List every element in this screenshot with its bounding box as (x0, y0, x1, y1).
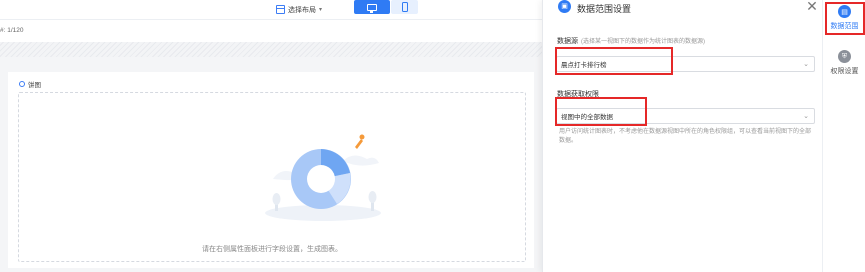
data-range-panel: ▣ 数据范围设置 ✕ 数据源 (选择某一视图下的数据作为统计图表的数据源) 晨点打… (542, 0, 822, 272)
top-toolbar: 选择布局 ▾ (0, 0, 542, 20)
chart-placeholder-area: 请在右侧属性面板进行字段设置，生成图表。 (18, 92, 526, 262)
mobile-view-button[interactable] (391, 0, 418, 14)
highlight-box (555, 97, 647, 126)
highlight-box (555, 47, 673, 75)
shield-icon: ⛨ (838, 50, 851, 63)
pie-chart-icon (19, 81, 25, 87)
highlight-box (825, 2, 865, 35)
chart-title-text: 饼图 (28, 82, 41, 89)
rail-item-label: 权限设置 (830, 68, 859, 75)
layout-select-label: 选择布局 (288, 6, 316, 14)
chevron-down-icon: ⌄ (803, 113, 809, 120)
chart-card[interactable]: 饼图 请在右侧属性面板进行字段设置，生成图表。 (8, 72, 534, 268)
panel-title: 数据范围设置 (577, 4, 632, 14)
empty-chart-message: 请在右侧属性面板进行字段设置，生成图表。 (202, 246, 342, 253)
empty-chart-illustration (265, 134, 381, 221)
chevron-down-icon: ⌄ (803, 61, 809, 68)
data-source-label-text: 数据源 (557, 38, 578, 45)
permission-help-text: 用户访问统计图表时，不考虑他在数据源视图中所在的角色权限组，可以查看当前视图下的… (559, 129, 812, 144)
editor-canvas: 饼图 请在右侧属性面板进行字段设置，生成图表。 (0, 57, 542, 272)
chat-bubble-icon: ▣ (558, 0, 571, 13)
sub-toolbar: #: 1/120 (0, 20, 542, 42)
data-source-hint: (选择某一视图下的数据作为统计图表的数据源) (581, 39, 705, 45)
mobile-icon (401, 2, 408, 12)
chart-title: 饼图 (19, 79, 41, 89)
desktop-view-button[interactable] (354, 0, 390, 14)
panel-header: ▣ 数据范围设置 ✕ (543, 0, 823, 18)
close-icon[interactable]: ✕ (806, 0, 818, 13)
item-counter: #: 1/120 (0, 27, 24, 34)
caret-down-icon: ▾ (319, 7, 323, 13)
layout-icon (276, 5, 285, 14)
desktop-icon (367, 3, 377, 13)
rail-item-permissions[interactable]: ⛨ 权限设置 (823, 50, 865, 76)
settings-rail: ▤ 数据范围 ⛨ 权限设置 (822, 0, 865, 272)
layout-select[interactable]: 选择布局 ▾ (276, 3, 322, 16)
striped-divider (0, 42, 542, 57)
data-source-label: 数据源 (选择某一视图下的数据作为统计图表的数据源) (557, 36, 705, 46)
